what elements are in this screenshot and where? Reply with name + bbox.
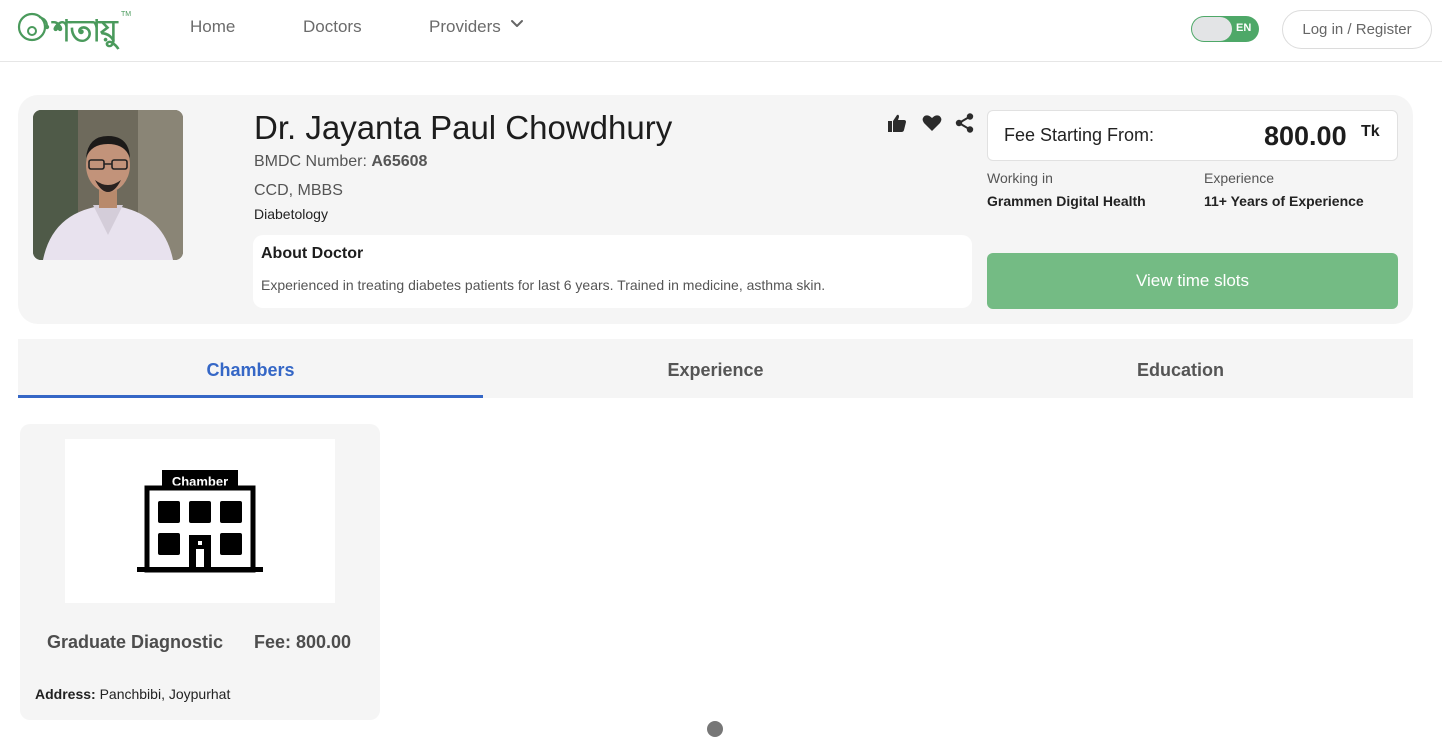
tab-chambers[interactable]: Chambers	[18, 339, 483, 398]
nav-home-link[interactable]: Home	[190, 17, 235, 37]
site-logo[interactable]: শতায়ু TM	[17, 9, 133, 49]
bmdc-label: BMDC Number:	[254, 153, 367, 170]
tab-education[interactable]: Education	[948, 339, 1413, 398]
profile-tabs: Chambers Experience Education	[18, 339, 1413, 398]
bmdc-value: A65608	[371, 153, 428, 170]
login-register-button[interactable]: Log in / Register	[1282, 10, 1432, 49]
heart-icon[interactable]	[921, 112, 943, 134]
nav-providers-dropdown[interactable]: Providers	[429, 17, 501, 37]
about-text: Experienced in treating diabetes patient…	[261, 277, 826, 293]
working-in-label: Working in	[987, 170, 1053, 186]
address-value: Panchbibi, Joypurhat	[99, 686, 231, 702]
share-icon[interactable]	[954, 112, 976, 134]
thumbs-up-icon[interactable]	[886, 112, 908, 134]
nav-doctors-link[interactable]: Doctors	[303, 17, 362, 37]
chevron-down-icon[interactable]	[510, 17, 524, 31]
fee-value: 800.00	[1264, 121, 1347, 151]
working-in-value: Grammen Digital Health	[987, 193, 1146, 209]
toggle-knob	[1192, 17, 1232, 41]
about-title: About Doctor	[261, 245, 364, 262]
chamber-fee: Fee: 800.00	[254, 632, 352, 652]
carousel-dot[interactable]	[707, 721, 723, 737]
top-navbar: শতায়ু TM Home Doctors Providers EN Log …	[0, 0, 1442, 62]
fee-currency: Tk	[1361, 123, 1380, 140]
language-toggle[interactable]: EN	[1191, 16, 1259, 42]
doctor-name: Dr. Jayanta Paul Chowdhury	[254, 109, 673, 146]
fee-box: Fee Starting From: 800.00 Tk	[987, 110, 1398, 161]
tab-experience[interactable]: Experience	[483, 339, 948, 398]
view-time-slots-button[interactable]: View time slots	[987, 253, 1398, 309]
about-doctor-box: About Doctor Experienced in treating dia…	[253, 235, 972, 308]
doctor-avatar-image	[33, 110, 183, 260]
chamber-image: Chamber	[65, 439, 335, 603]
bmdc-number: BMDC Number: A65608	[254, 153, 427, 171]
doctor-degrees: CCD, MBBS	[254, 182, 343, 199]
address-label: Address:	[35, 686, 96, 702]
doctor-speciality: Diabetology	[254, 206, 328, 222]
experience-value: 11+ Years of Experience	[1204, 193, 1364, 209]
language-label: EN	[1236, 22, 1252, 34]
logo-wordmark: শতায়ু	[53, 14, 118, 49]
stethoscope-logo-icon	[17, 12, 50, 42]
chamber-name: Graduate Diagnostic	[47, 632, 224, 652]
experience-label: Experience	[1204, 170, 1275, 186]
logo-trademark: TM	[121, 11, 132, 18]
chamber-address: Address: Panchbibi, Joypurhat	[35, 686, 230, 702]
building-icon: Chamber	[137, 470, 263, 573]
doctor-photo	[33, 110, 183, 260]
fee-label: Fee Starting From:	[1004, 125, 1155, 145]
